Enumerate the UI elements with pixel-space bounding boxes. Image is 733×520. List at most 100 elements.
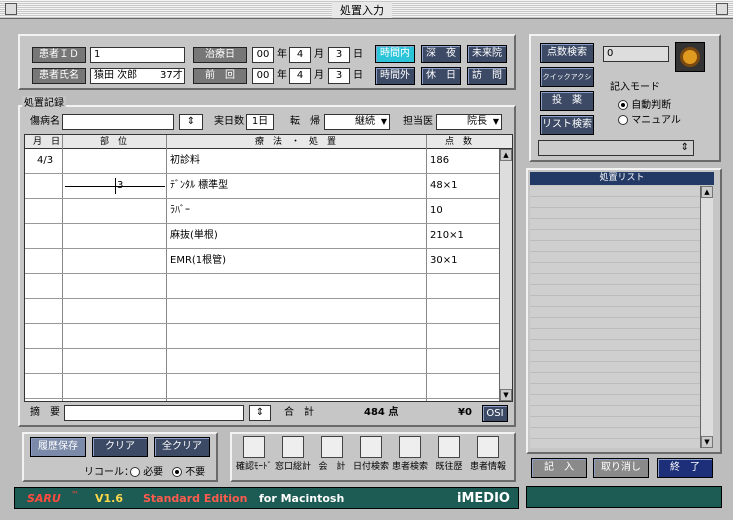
patient-age: 37才 (160, 70, 183, 81)
cancel-button[interactable]: 取り消し (593, 458, 649, 478)
code-field[interactable]: 0 (603, 46, 669, 62)
quick-action-button[interactable]: クイックアクション (540, 67, 594, 99)
window-titlebar: 処置入力 (0, 0, 733, 19)
treatment-year-field[interactable]: 00 (252, 47, 274, 63)
disease-stepper[interactable]: ⇕ (179, 114, 203, 130)
mode-manual-label: マニュアル (631, 115, 681, 126)
total-label: 合 計 (284, 407, 314, 418)
pencil-icon (282, 436, 304, 458)
home-visit-button[interactable]: 訪 問 (467, 67, 507, 85)
days-label: 実日数 (214, 116, 244, 127)
edition: Standard Edition (143, 492, 248, 505)
row-points: 210×1 (430, 230, 464, 241)
treatment-list-scrollbar[interactable]: ▲ ▼ (700, 186, 713, 448)
previous-date-label: 前 回 (193, 68, 247, 84)
col-month-day: 月 日 (33, 137, 61, 147)
total-points: 484 点 (364, 407, 399, 418)
platform: for Macintosh (259, 492, 345, 505)
row-treatment: ﾗﾊﾞｰ (170, 205, 190, 216)
previous-month-field: 4 (289, 68, 311, 84)
points-search-button[interactable]: 点数検索 (540, 43, 594, 63)
table-row[interactable] (25, 374, 500, 399)
close-box-icon[interactable] (5, 3, 17, 15)
row-points: 10 (430, 205, 443, 216)
row-treatment: 麻抜(単根) (170, 230, 218, 241)
toolbar-button-label: 既往歴 (435, 462, 463, 472)
osi-button[interactable]: OSI (482, 405, 508, 422)
table-row[interactable]: ﾗﾊﾞｰ 10 (25, 199, 500, 224)
toolbar-button[interactable]: 日付検索 (353, 436, 389, 478)
list-search-button[interactable]: リスト検索 (540, 115, 594, 135)
days-field: 1日 (246, 114, 274, 130)
after-hours-button[interactable]: 時間外 (375, 67, 415, 85)
table-row[interactable] (25, 299, 500, 324)
table-row[interactable]: 麻抜(単根) 210×1 (25, 224, 500, 249)
table-scrollbar[interactable]: ▲ ▼ (499, 149, 512, 401)
patient-id-field[interactable]: 1 (90, 47, 185, 63)
time-within-hours-button[interactable]: 時間内 (375, 45, 415, 63)
radio-selected-icon[interactable] (618, 100, 628, 110)
toolbar-button[interactable]: 患者検索 (392, 436, 428, 478)
status-bar (526, 486, 722, 508)
doctor-select[interactable]: 院長 (436, 114, 502, 130)
history-save-button[interactable]: 履歴保存 (30, 437, 86, 457)
table-row[interactable]: EMR(1根管) 30×1 (25, 249, 500, 274)
row-date: 4/3 (37, 155, 54, 166)
previous-day-field: 3 (328, 68, 350, 84)
recall-not-needed-label: 不要 (185, 467, 206, 478)
calculator-icon (321, 436, 343, 458)
outcome-select[interactable]: 継続 (324, 114, 390, 130)
mode-manual-option[interactable]: マニュアル (618, 113, 681, 129)
toolbar-button-label: 患者情報 (470, 462, 507, 472)
patient-info-icon (477, 436, 499, 458)
company-logo: iMEDIO (457, 491, 510, 506)
zoom-box-icon[interactable] (716, 3, 728, 15)
injection-button[interactable]: 投 薬 (540, 91, 594, 111)
radio-icon[interactable] (130, 467, 140, 477)
treatment-month-field[interactable]: 4 (289, 47, 311, 63)
radio-selected-icon[interactable] (172, 467, 182, 477)
spiral-icon[interactable] (675, 42, 705, 72)
scroll-down-arrow-icon[interactable]: ▼ (701, 436, 713, 448)
mode-auto-option[interactable]: 自動判断 (618, 98, 671, 114)
clear-button[interactable]: クリア (92, 437, 148, 457)
table-row[interactable] (25, 324, 500, 349)
treatment-day-field[interactable]: 3 (328, 47, 350, 63)
toolbar-button-label: 日付検索 (353, 462, 390, 472)
col-part: 部 位 (100, 137, 128, 147)
toolbar-button[interactable]: 確認ﾓｰﾄﾞ (236, 436, 272, 478)
recall-not-needed-option[interactable]: 不要 (172, 465, 205, 481)
calendar-icon (360, 436, 382, 458)
summary-label: 摘 要 (30, 407, 60, 418)
month-unit: 月 (314, 49, 324, 60)
outcome-label: 転 帰 (290, 116, 320, 127)
toolbar-button[interactable]: 会 計 (314, 436, 350, 478)
holiday-button[interactable]: 休 日 (421, 67, 461, 85)
table-row[interactable] (25, 274, 500, 299)
scroll-up-arrow-icon[interactable]: ▲ (500, 149, 512, 161)
not-visited-button[interactable]: 未来院 (467, 45, 507, 63)
table-row[interactable]: 3ﾃﾞﾝﾀﾙ 標準型48×1 (25, 174, 500, 199)
version: V1.6 (95, 492, 123, 505)
treatment-list-header: 処置リスト (530, 172, 714, 185)
disease-field[interactable] (62, 114, 174, 130)
table-row[interactable]: 4/3 初診料 186 (25, 149, 500, 174)
code-stepper[interactable]: ⇕ (538, 140, 694, 156)
scroll-up-arrow-icon[interactable]: ▲ (701, 186, 713, 198)
toolbar-button[interactable]: 窓口総計 (275, 436, 311, 478)
total-yen: ¥0 (458, 407, 472, 418)
toolbar-button[interactable]: 既往歴 (431, 436, 467, 478)
end-button[interactable]: 終 了 (657, 458, 713, 478)
summary-field[interactable] (64, 405, 244, 421)
clear-all-button[interactable]: 全クリア (154, 437, 210, 457)
toolbar-button[interactable]: 患者情報 (470, 436, 506, 478)
table-row[interactable] (25, 349, 500, 374)
late-night-button[interactable]: 深 夜 (421, 45, 461, 63)
radio-icon[interactable] (618, 115, 628, 125)
treatment-list[interactable] (530, 186, 700, 448)
recall-needed-option[interactable]: 必要 (130, 465, 163, 481)
scroll-down-arrow-icon[interactable]: ▼ (500, 389, 512, 401)
month-unit: 月 (314, 70, 324, 81)
write-button[interactable]: 記 入 (531, 458, 587, 478)
summary-stepper[interactable]: ⇕ (249, 405, 271, 421)
